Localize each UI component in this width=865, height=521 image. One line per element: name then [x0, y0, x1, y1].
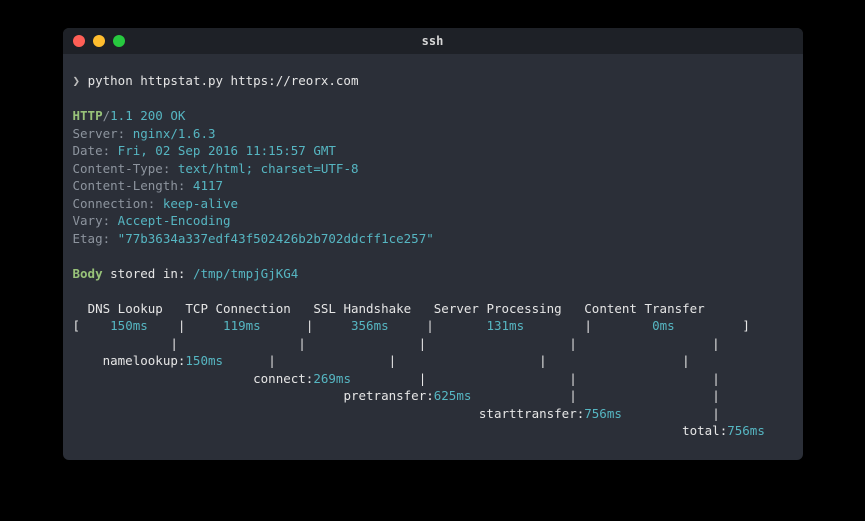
terminal-body[interactable]: ❯ python httpstat.py https://reorx.com H…	[63, 54, 803, 460]
header-value: nginx/1.6.3	[133, 126, 216, 141]
header-name: Content-Length	[73, 178, 178, 193]
slash: /	[103, 108, 111, 123]
waterfall-row: total:756ms	[73, 423, 765, 438]
header-value: text/html; charset=UTF-8	[178, 161, 359, 176]
header-name: Etag	[73, 231, 103, 246]
waterfall-row: pretransfer:625ms | |	[73, 388, 720, 403]
timing-values-row: [ 150ms | 119ms | 356ms | 131ms | 0ms ]	[73, 318, 750, 333]
header-value: Accept-Encoding	[118, 213, 231, 228]
body-text: stored in:	[110, 266, 193, 281]
waterfall-row: starttransfer:756ms |	[73, 406, 720, 421]
body-path: /tmp/tmpjGjKG4	[193, 266, 298, 281]
timing-header-row: DNS Lookup TCP Connection SSL Handshake …	[73, 301, 705, 316]
status-line: 1.1 200 OK	[110, 108, 185, 123]
header-value: keep-alive	[163, 196, 238, 211]
body-label: Body	[73, 266, 103, 281]
header-name: Server	[73, 126, 118, 141]
header-value: 4117	[193, 178, 223, 193]
waterfall-row: | | | | |	[73, 336, 720, 351]
header-value: Fri, 02 Sep 2016 11:15:57 GMT	[118, 143, 336, 158]
protocol: HTTP	[73, 108, 103, 123]
window-title: ssh	[63, 34, 803, 48]
terminal-window: ssh ❯ python httpstat.py https://reorx.c…	[63, 28, 803, 460]
header-name: Connection	[73, 196, 148, 211]
header-name: Vary	[73, 213, 103, 228]
prompt-symbol: ❯	[73, 73, 81, 88]
titlebar: ssh	[63, 28, 803, 54]
waterfall-row: connect:269ms | | |	[73, 371, 720, 386]
header-value: "77b3634a337edf43f502426b2b702ddcff1ce25…	[118, 231, 434, 246]
waterfall-row: namelookup:150ms | | | |	[73, 353, 690, 368]
header-name: Content-Type	[73, 161, 163, 176]
header-name: Date	[73, 143, 103, 158]
command-text: python httpstat.py https://reorx.com	[88, 73, 359, 88]
